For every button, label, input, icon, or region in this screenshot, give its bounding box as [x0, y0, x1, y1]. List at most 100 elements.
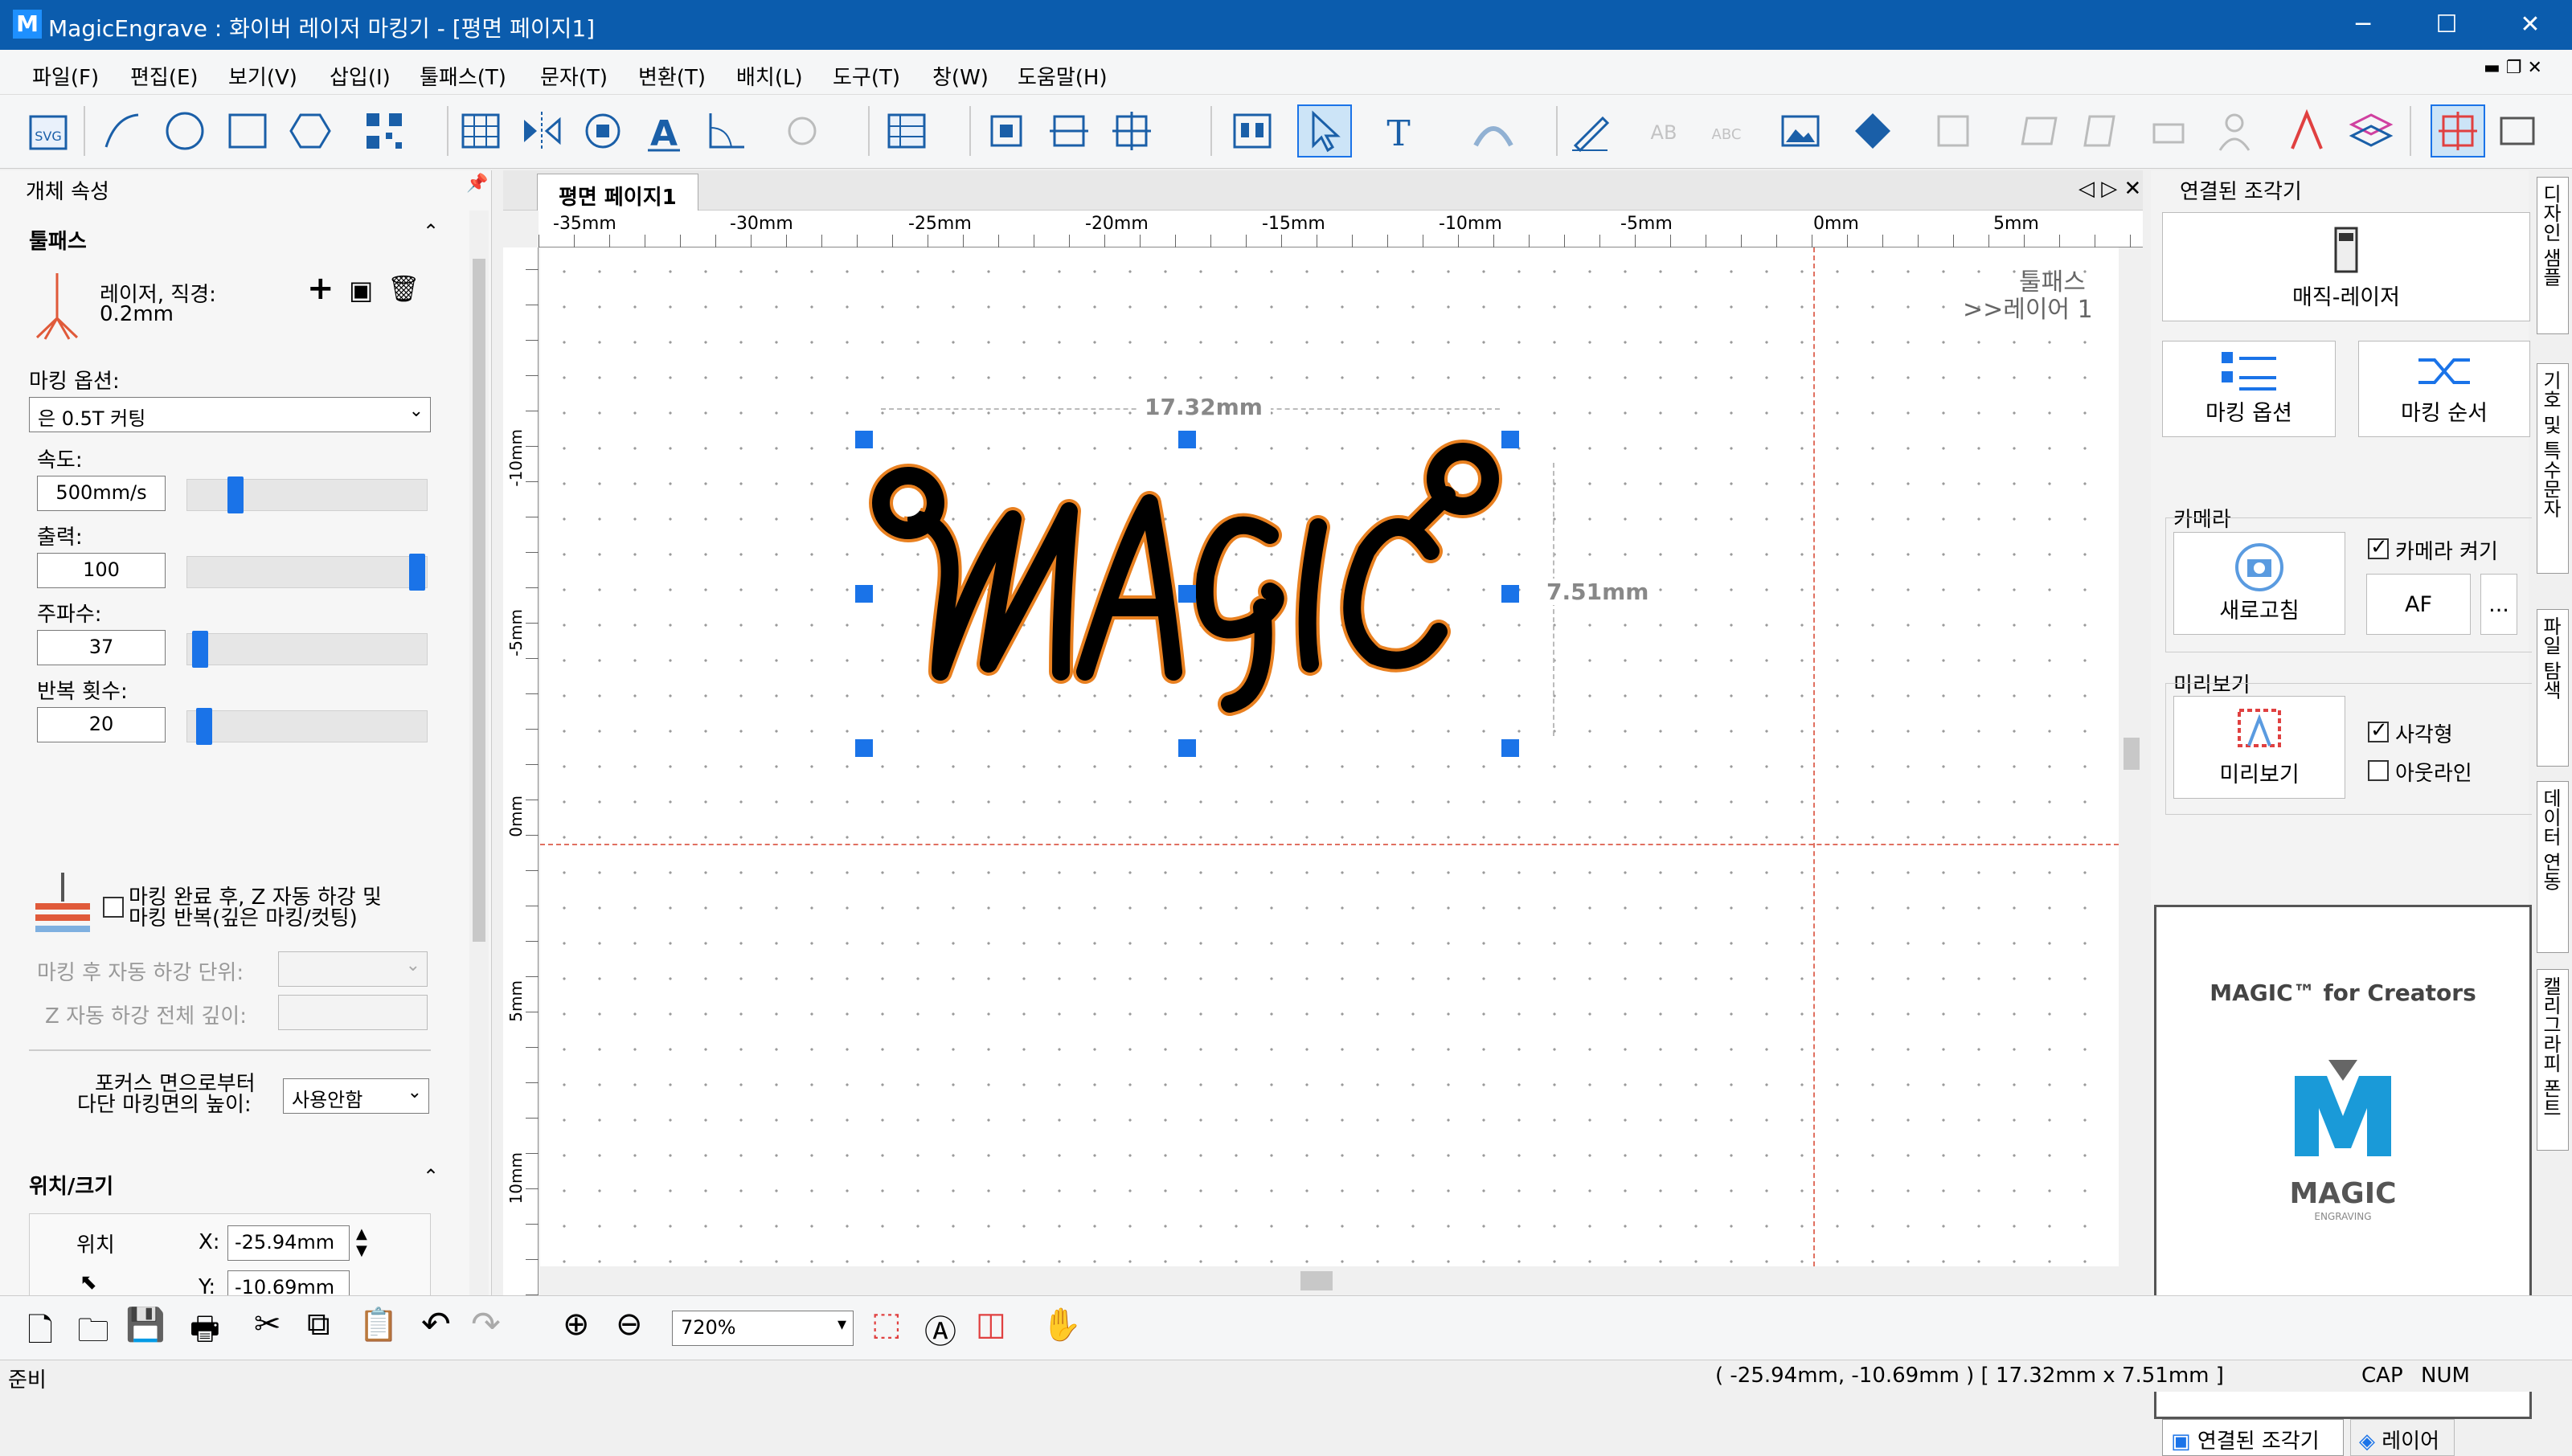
menu-arrange[interactable]: 배치(L) — [736, 61, 803, 91]
align-middle-icon[interactable] — [1042, 104, 1096, 157]
refresh-button[interactable]: 새로고침 — [2173, 532, 2345, 635]
copy-icon[interactable]: ⧉ — [307, 1306, 330, 1343]
z-unit-select[interactable]: ⌄ — [278, 951, 428, 987]
zoom-select[interactable]: 720% ▾ — [672, 1311, 854, 1346]
new-file-icon[interactable]: 🗋 — [27, 1307, 53, 1362]
pan-hand-icon[interactable]: ✋ — [1042, 1306, 1082, 1344]
menu-tools[interactable]: 도구(T) — [833, 61, 900, 91]
group-objects-icon[interactable] — [1225, 104, 1280, 157]
undo-icon[interactable]: ↶ — [421, 1304, 451, 1345]
canvas-vertical-scrollbar[interactable] — [2120, 247, 2143, 1266]
maximize-button[interactable]: ☐ — [2406, 0, 2487, 50]
selection-handle[interactable] — [1501, 431, 1519, 448]
print-icon[interactable]: 🖶 — [190, 1306, 220, 1360]
selection-handle[interactable] — [1178, 739, 1196, 757]
menu-file[interactable]: 파일(F) — [32, 61, 99, 91]
text-on-path-icon[interactable] — [1466, 104, 1521, 157]
marking-order-button[interactable]: 마킹 순서 — [2358, 341, 2530, 437]
select-arrow-icon[interactable] — [1297, 104, 1352, 157]
fill-bucket-icon[interactable] — [1845, 104, 1900, 157]
shape-disabled-icon[interactable] — [778, 104, 833, 157]
cut-icon[interactable]: ✂ — [254, 1306, 281, 1343]
rotate-icon[interactable] — [575, 104, 630, 157]
selection-handle[interactable] — [855, 739, 873, 757]
align-center-icon[interactable] — [979, 104, 1034, 157]
design-canvas[interactable]: 툴패스 >>레이어 1 17.32mm 7.51mm — [540, 247, 2119, 1266]
tab-nav-icon[interactable]: ◁ ▷ ✕ — [2078, 177, 2141, 201]
tab-connected-engraver[interactable]: ▣ 연결된 조각기 — [2162, 1419, 2344, 1456]
camera-on-checkbox[interactable] — [2368, 535, 2389, 559]
selection-handle[interactable] — [1178, 431, 1196, 448]
zoom-selection-icon[interactable]: ⬚ — [871, 1306, 902, 1343]
frame-disabled-icon[interactable] — [1926, 104, 1980, 157]
edit-pen-icon[interactable] — [1562, 104, 1617, 157]
canvas-horizontal-scrollbar[interactable] — [540, 1266, 2120, 1295]
side-tab-symbols[interactable]: 기호 및 특수문자 — [2537, 363, 2569, 574]
circle-tool-icon[interactable] — [158, 104, 212, 157]
delete-icon[interactable]: 🗑 — [387, 273, 420, 304]
printer-disabled-icon[interactable] — [2141, 104, 2196, 157]
zoom-page-icon[interactable]: ◫ — [976, 1306, 1006, 1343]
crosshair-guide-icon[interactable] — [2431, 104, 2485, 157]
shape2-disabled-icon[interactable] — [2016, 104, 2070, 157]
af-button[interactable]: AF — [2366, 574, 2471, 635]
x-spinner[interactable]: ▲ ▼ — [356, 1225, 367, 1259]
redo-icon[interactable]: ↷ — [471, 1304, 501, 1345]
minimize-button[interactable]: ─ — [2323, 0, 2403, 50]
focus-height-select[interactable]: 사용안함 ⌄ — [283, 1078, 429, 1114]
side-tab-file-explorer[interactable]: 파일 탐색 — [2537, 609, 2569, 767]
left-scrollbar[interactable] — [469, 211, 489, 1295]
menu-insert[interactable]: 삽입(I) — [330, 61, 391, 91]
speed-input[interactable]: 500mm/s — [37, 476, 166, 511]
side-tab-design-samples[interactable]: 디자인 샘플 — [2537, 177, 2569, 334]
side-tab-calligraphy-font[interactable]: 캘리그라피 폰트 — [2537, 969, 2569, 1151]
power-slider[interactable] — [186, 554, 428, 591]
menu-view[interactable]: 보기(V) — [228, 61, 297, 91]
x-input[interactable]: -25.94mm — [227, 1225, 350, 1261]
frame-dropdown-icon[interactable] — [2492, 104, 2546, 157]
rectangle-tool-icon[interactable] — [220, 104, 275, 157]
preview-button[interactable]: 미리보기 — [2173, 696, 2345, 799]
menu-help[interactable]: 도움말(H) — [1018, 61, 1108, 91]
text-tool-icon[interactable]: T — [1371, 104, 1426, 157]
layers-icon[interactable] — [2344, 104, 2398, 157]
mirror-icon[interactable] — [514, 104, 569, 157]
close-button[interactable]: ✕ — [2490, 0, 2570, 50]
mdi-controls[interactable]: ▬ ❐ ✕ — [2484, 58, 2542, 78]
collapse-icon[interactable]: ⌃ — [423, 220, 439, 243]
vector-node-icon[interactable] — [2279, 104, 2334, 157]
zoom-all-icon[interactable]: Ⓐ — [924, 1306, 956, 1352]
open-folder-icon[interactable]: 🗀 — [77, 1307, 109, 1362]
menu-window[interactable]: 창(W) — [932, 61, 989, 91]
marking-option-select[interactable]: 은 0.5T 커팅 ⌄ — [29, 397, 431, 432]
shape3-disabled-icon[interactable] — [2072, 104, 2127, 157]
angle-tool-icon[interactable] — [699, 104, 754, 157]
save-file-icon[interactable]: 💾 — [125, 1306, 166, 1344]
z-auto-checkbox[interactable] — [103, 897, 124, 918]
selection-handle[interactable] — [855, 431, 873, 448]
qrcode-tool-icon[interactable] — [357, 104, 412, 157]
outline-checkbox[interactable] — [2368, 760, 2389, 781]
person-disabled-icon[interactable] — [2207, 104, 2262, 157]
y-input[interactable]: -10.69mm — [227, 1270, 350, 1296]
tab-page1[interactable]: 평면 페이지1 — [537, 174, 698, 211]
collapse-icon[interactable]: ⌃ — [423, 1165, 439, 1188]
menu-edit[interactable]: 편집(E) — [130, 61, 199, 91]
side-tab-data-link[interactable]: 데이터 연동 — [2537, 781, 2569, 953]
anchor-icon[interactable]: ⬉ — [80, 1270, 97, 1294]
tab-layer[interactable]: ◈ 레이어 — [2350, 1419, 2455, 1456]
align-both-icon[interactable] — [1104, 104, 1159, 157]
menu-text[interactable]: 문자(T) — [540, 61, 608, 91]
more-button[interactable]: ... — [2480, 574, 2517, 635]
grid-icon[interactable] — [453, 104, 508, 157]
pin-icon[interactable]: 📌 — [466, 174, 488, 194]
abc-text-icon[interactable]: ABC — [1699, 104, 1754, 157]
text-a-icon[interactable]: A — [637, 104, 691, 157]
frequency-slider[interactable] — [186, 631, 428, 668]
repeat-slider[interactable] — [186, 708, 428, 745]
speed-slider[interactable] — [186, 476, 428, 513]
menu-transform[interactable]: 변환(T) — [638, 61, 706, 91]
repeat-input[interactable]: 20 — [37, 707, 166, 742]
image-icon[interactable] — [1773, 104, 1828, 157]
z-total-spinner[interactable] — [278, 995, 428, 1030]
